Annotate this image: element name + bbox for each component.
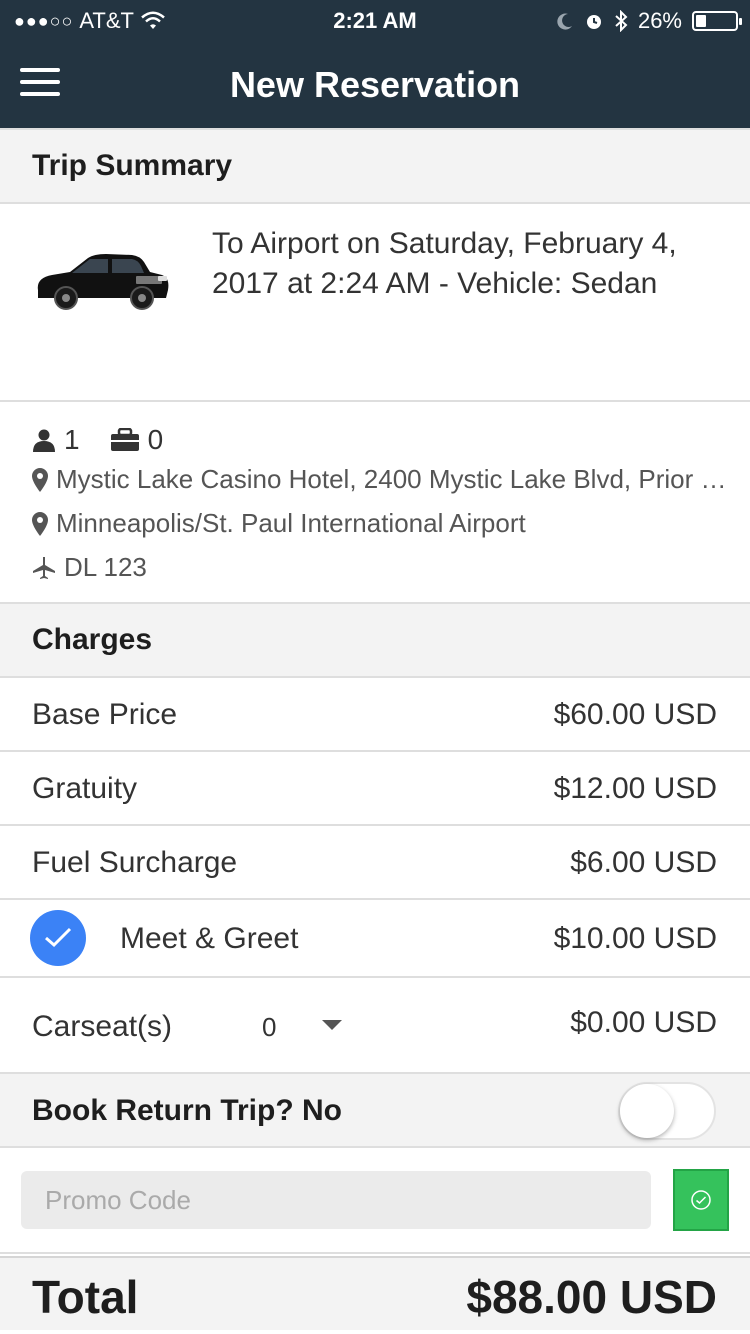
passenger-count: 1	[64, 424, 80, 455]
carseat-select[interactable]: 0	[252, 996, 362, 1056]
return-trip-toggle[interactable]	[618, 1082, 716, 1140]
base-price-label: Base Price	[32, 698, 178, 731]
carseat-amount: $0.00 USD	[570, 1006, 717, 1039]
moon-icon	[557, 13, 572, 30]
gratuity-label: Gratuity	[32, 772, 138, 805]
apply-promo-button[interactable]	[673, 1169, 729, 1231]
gratuity-amount: $12.00 USD	[553, 772, 717, 805]
passenger-luggage-counts: 1 0	[32, 424, 163, 456]
sedan-car-image	[37, 254, 169, 310]
alarm-icon	[586, 15, 601, 29]
flight-number: DL 123	[64, 552, 147, 582]
total-label: Total	[32, 1271, 139, 1323]
battery-percent: 26%	[637, 8, 682, 33]
dropoff-address: Minneapolis/St. Paul International Airpo…	[56, 508, 526, 538]
carseat-row: Carseat(s) 0 $0.00 USD	[0, 978, 750, 1074]
airplane-icon	[33, 556, 55, 579]
meet-greet-label: Meet & Greet	[120, 922, 299, 955]
meet-greet-row: Meet & Greet $10.00 USD	[0, 900, 750, 978]
check-circle-icon	[691, 1190, 711, 1210]
trip-details: 1 0 Mystic Lake Casino Hotel, 2400 Mysti…	[0, 402, 750, 604]
checkmark-icon	[45, 927, 72, 948]
fuel-surcharge-label: Fuel Surcharge	[32, 846, 238, 879]
luggage-count: 0	[147, 424, 164, 455]
meet-greet-amount: $10.00 USD	[553, 922, 717, 955]
toggle-knob	[620, 1084, 674, 1138]
fuel-surcharge-row: Fuel Surcharge $6.00 USD	[0, 826, 750, 900]
pickup-address: Mystic Lake Casino Hotel, 2400 Mystic La…	[56, 464, 736, 494]
trip-card: To Airport on Saturday, February 4, 2017…	[0, 204, 750, 402]
charges-header: Charges	[0, 604, 750, 678]
status-icons: 26%	[556, 8, 742, 34]
briefcase-icon	[110, 428, 139, 451]
trip-summary-title: Trip Summary	[32, 149, 233, 182]
page-title: New Reservation	[229, 64, 521, 105]
base-price-amount: $60.00 USD	[553, 698, 717, 731]
dropoff-location: Minneapolis/St. Paul International Airpo…	[32, 508, 526, 539]
fuel-surcharge-amount: $6.00 USD	[570, 846, 717, 879]
total-amount: $88.00 USD	[466, 1271, 717, 1323]
map-pin-icon	[32, 511, 48, 536]
battery-fill	[696, 15, 706, 27]
base-price-row: Base Price $60.00 USD	[0, 678, 750, 752]
flight-info: DL 123	[32, 552, 147, 583]
meet-greet-checkbox[interactable]	[30, 910, 86, 966]
bluetooth-icon	[615, 10, 628, 32]
total-row: Total $88.00 USD	[0, 1256, 750, 1330]
return-trip-label: Book Return Trip? No	[32, 1094, 342, 1127]
battery-icon	[692, 11, 742, 31]
map-pin-icon	[32, 467, 48, 492]
charges-title: Charges	[32, 623, 153, 656]
nav-bar: New Reservation	[0, 40, 750, 128]
person-icon	[33, 429, 55, 452]
promo-code-input[interactable]	[21, 1171, 651, 1229]
carseat-label: Carseat(s)	[32, 1010, 173, 1043]
return-trip-row: Book Return Trip? No	[0, 1074, 750, 1148]
trip-description: To Airport on Saturday, February 4, 2017…	[212, 227, 677, 300]
carseat-select-value: 0	[262, 1012, 277, 1042]
chevron-down-icon	[322, 1020, 342, 1030]
promo-row	[0, 1148, 750, 1254]
trip-summary-header: Trip Summary	[0, 128, 750, 204]
status-bar: ●●●○○ AT&T 2:21 AM 26%	[0, 0, 750, 40]
gratuity-row: Gratuity $12.00 USD	[0, 752, 750, 826]
pickup-location: Mystic Lake Casino Hotel, 2400 Mystic La…	[32, 464, 736, 495]
